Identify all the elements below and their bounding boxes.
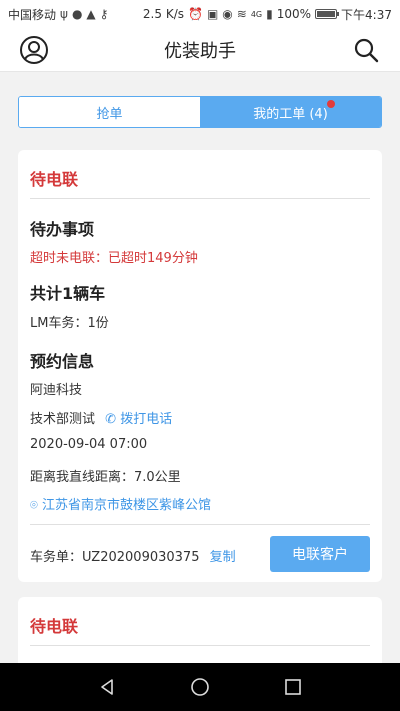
notification-icon: ▲ <box>86 7 96 21</box>
call-label: 拨打电话 <box>120 412 173 427</box>
order-tabs: 抢单 我的工单 (4) <box>18 96 382 128</box>
carrier-label: 中国移动 <box>8 7 57 22</box>
order-status: 待电联 <box>30 170 79 189</box>
phone-icon: ✆ <box>105 412 117 427</box>
signal-icon: ▮ <box>266 7 273 21</box>
appointment-title: 预约信息 <box>30 352 95 371</box>
status-left: 中国移动 ψ ● ▲ ⚷ <box>8 6 108 23</box>
page-title: 优装助手 <box>164 40 236 62</box>
service-line: LM车务：1份 <box>30 316 109 331</box>
tab-my-orders[interactable]: 我的工单 (4) <box>200 97 381 127</box>
network-speed: 2.5 K/s <box>142 7 184 21</box>
tab-grab-label: 抢单 <box>96 106 123 122</box>
hd-icon: ▣ <box>206 7 219 21</box>
alarm-icon: ⏰ <box>187 7 203 21</box>
call-link[interactable]: ✆ 拨打电话 <box>105 412 172 427</box>
battery-icon <box>315 9 340 19</box>
battery-percent: 100% <box>276 7 312 21</box>
key-icon: ⚷ <box>99 7 109 21</box>
distance-text: 距离我直线距离：7.0公里 <box>30 470 181 485</box>
status-right: 2.5 K/s ⏰ ▣ ◉ ≋ 4G ▮ 100% 下午4:37 <box>143 6 392 23</box>
status-bar: 中国移动 ψ ● ▲ ⚷ 2.5 K/s ⏰ ▣ ◉ ≋ 4G ▮ 100% 下… <box>0 0 400 28</box>
contact-row: 技术部测试 ✆ 拨打电话 <box>30 408 172 427</box>
address-text: 江苏省南京市鼓楼区紫峰公馆 <box>41 498 211 513</box>
order-no-label: 车务单： <box>30 550 83 565</box>
tab-grab-orders[interactable]: 抢单 <box>19 97 200 127</box>
signal-4g-label: 4G <box>250 9 263 19</box>
appointment-datetime: 2020-09-04 07:00 <box>30 437 148 452</box>
tab-my-orders-label: 我的工单 (4) <box>253 106 328 122</box>
wifi-icon: ≋ <box>236 7 247 21</box>
vehicle-count-title: 共计1辆车 <box>30 284 106 303</box>
app-header: 优装助手 <box>0 28 400 72</box>
todo-title: 待办事项 <box>30 220 95 239</box>
home-icon[interactable] <box>188 675 212 699</box>
unread-badge <box>327 100 335 108</box>
search-icon[interactable] <box>350 34 382 66</box>
order-number-row: 车务单：UZ202009030375 复制 <box>30 546 236 565</box>
address-row[interactable]: ⌾ 江苏省南京市鼓楼区紫峰公馆 <box>30 494 211 513</box>
divider <box>30 524 370 525</box>
contact-customer-button[interactable]: 电联客户 <box>270 536 370 572</box>
usb-icon: ψ <box>60 7 68 21</box>
company-name: 阿迪科技 <box>30 383 83 398</box>
order-status: 待电联 <box>30 617 79 636</box>
recents-icon[interactable] <box>281 675 305 699</box>
order-card[interactable]: 待电联 待办事项 超时未电联：已超时149分钟 共计1辆车 LM车务：1份 预约… <box>18 150 382 582</box>
divider <box>30 198 370 199</box>
copy-button[interactable]: 复制 <box>210 550 236 565</box>
message-icon: ● <box>71 7 83 21</box>
eye-icon: ◉ <box>222 7 233 21</box>
location-pin-icon: ⌾ <box>30 498 38 513</box>
divider <box>30 645 370 646</box>
back-icon[interactable] <box>95 675 119 699</box>
contact-name: 技术部测试 <box>30 412 96 427</box>
overdue-text: 超时未电联：已超时149分钟 <box>30 251 198 266</box>
order-no-value: UZ202009030375 <box>82 550 200 565</box>
system-nav-bar <box>0 663 400 711</box>
user-icon[interactable] <box>18 34 50 66</box>
clock: 下午4:37 <box>341 7 392 22</box>
